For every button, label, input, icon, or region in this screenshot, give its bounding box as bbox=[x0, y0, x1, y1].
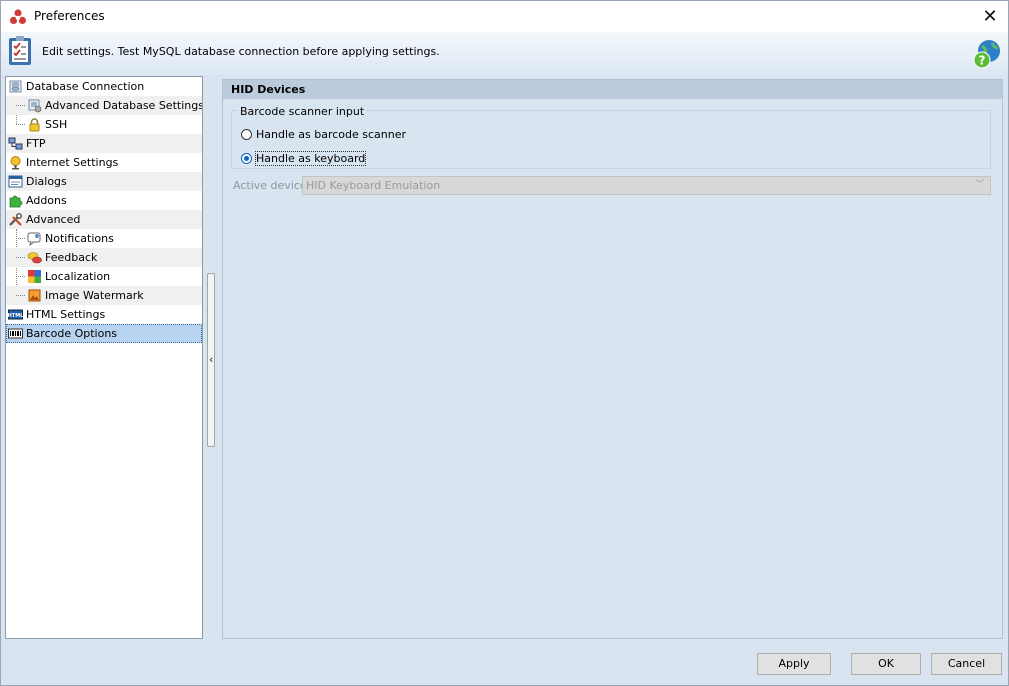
radio-button[interactable] bbox=[241, 128, 252, 140]
barcode-icon bbox=[8, 328, 23, 339]
tree-item-dialogs[interactable]: Dialogs bbox=[6, 172, 202, 191]
tree-item-addons[interactable]: Addons bbox=[6, 191, 202, 210]
html-icon: HTML bbox=[8, 309, 23, 320]
network-icon bbox=[8, 137, 23, 150]
window-title: Preferences bbox=[34, 9, 105, 23]
tree-item-html-settings[interactable]: HTML HTML Settings bbox=[6, 305, 202, 324]
ok-button[interactable]: OK bbox=[851, 653, 921, 675]
svg-text:HTML: HTML bbox=[8, 313, 23, 319]
notification-icon bbox=[27, 232, 41, 246]
tree-item-label: SSH bbox=[45, 118, 68, 131]
preferences-window: Preferences ✕ Edit settings. Test MySQL … bbox=[0, 0, 1009, 686]
tree-item-localization[interactable]: Localization bbox=[6, 267, 202, 286]
feedback-icon bbox=[27, 252, 42, 264]
radio-keyboard[interactable]: Handle as keyboard bbox=[241, 150, 367, 166]
tree-item-image-watermark[interactable]: Image Watermark bbox=[6, 286, 202, 305]
active-device-label: Active device bbox=[233, 179, 307, 192]
header-text: Edit settings. Test MySQL database conne… bbox=[42, 45, 440, 58]
help-globe-icon[interactable]: ? bbox=[972, 38, 1002, 70]
tree-item-label: Internet Settings bbox=[26, 156, 119, 169]
tree-item-label: Advanced bbox=[26, 213, 81, 226]
active-device-select[interactable]: HID Keyboard Emulation ﹀ bbox=[302, 176, 991, 195]
checklist-icon bbox=[9, 36, 31, 65]
tree-item-feedback[interactable]: Feedback bbox=[6, 248, 202, 267]
tree-item-label: Advanced Database Settings bbox=[45, 99, 203, 112]
tree-item-label: Barcode Options bbox=[26, 327, 118, 340]
tree-connector bbox=[16, 257, 25, 258]
chevron-down-icon: ﹀ bbox=[974, 180, 984, 190]
tree-item-ssh[interactable]: SSH bbox=[6, 115, 202, 134]
tree-item-label: Feedback bbox=[45, 251, 98, 264]
tree-item-advanced[interactable]: Advanced bbox=[6, 210, 202, 229]
header-banner: Edit settings. Test MySQL database conne… bbox=[1, 32, 1008, 75]
puzzle-icon bbox=[9, 195, 23, 208]
internet-icon bbox=[10, 156, 21, 170]
localization-icon bbox=[28, 270, 41, 283]
tree-item-ftp[interactable]: FTP bbox=[6, 134, 202, 153]
tree-item-label: Localization bbox=[45, 270, 111, 283]
radio-button[interactable] bbox=[241, 152, 252, 164]
tree-item-internet-settings[interactable]: Internet Settings bbox=[6, 153, 202, 172]
collapse-arrow-icon[interactable]: ‹ bbox=[209, 353, 213, 366]
radio-barcode-scanner[interactable]: Handle as barcode scanner bbox=[241, 126, 406, 142]
radio-label: Handle as keyboard bbox=[254, 150, 367, 166]
group-label: Barcode scanner input bbox=[238, 105, 367, 118]
app-logo-icon bbox=[10, 9, 26, 24]
tree-item-label: Addons bbox=[26, 194, 67, 207]
title-bar: Preferences ✕ bbox=[1, 1, 1008, 32]
tools-icon bbox=[9, 213, 22, 226]
tree-item-label: HTML Settings bbox=[26, 308, 106, 321]
tree-item-advanced-database-settings[interactable]: Advanced Database Settings bbox=[6, 96, 202, 115]
tree-connector bbox=[16, 295, 25, 296]
panel-content: Barcode scanner input Handle as barcode … bbox=[222, 79, 1003, 639]
image-icon bbox=[28, 289, 41, 302]
svg-text:?: ? bbox=[979, 54, 986, 68]
tree-item-notifications[interactable]: Notifications bbox=[6, 229, 202, 248]
tree-item-label: Dialogs bbox=[26, 175, 67, 188]
database-icon bbox=[9, 80, 22, 93]
tree-connector bbox=[16, 124, 25, 125]
lock-icon bbox=[29, 118, 40, 132]
settings-tree[interactable]: Database Connection Advanced Database Se… bbox=[5, 76, 203, 639]
apply-button[interactable]: Apply bbox=[757, 653, 831, 675]
close-button[interactable]: ✕ bbox=[972, 1, 1008, 31]
active-device-value: HID Keyboard Emulation bbox=[306, 179, 441, 192]
tree-item-label: Database Connection bbox=[26, 80, 145, 93]
tree-connector bbox=[16, 276, 25, 277]
tree-connector bbox=[16, 105, 25, 106]
database-settings-icon bbox=[28, 99, 42, 113]
tree-item-label: FTP bbox=[26, 137, 46, 150]
radio-label: Handle as barcode scanner bbox=[256, 127, 407, 141]
dialog-icon bbox=[8, 175, 23, 188]
tree-item-barcode-options[interactable]: Barcode Options bbox=[6, 324, 202, 343]
tree-item-database-connection[interactable]: Database Connection bbox=[6, 77, 202, 96]
tree-connector bbox=[16, 238, 25, 239]
tree-item-label: Image Watermark bbox=[45, 289, 144, 302]
tree-item-label: Notifications bbox=[45, 232, 114, 245]
cancel-button[interactable]: Cancel bbox=[931, 653, 1002, 675]
